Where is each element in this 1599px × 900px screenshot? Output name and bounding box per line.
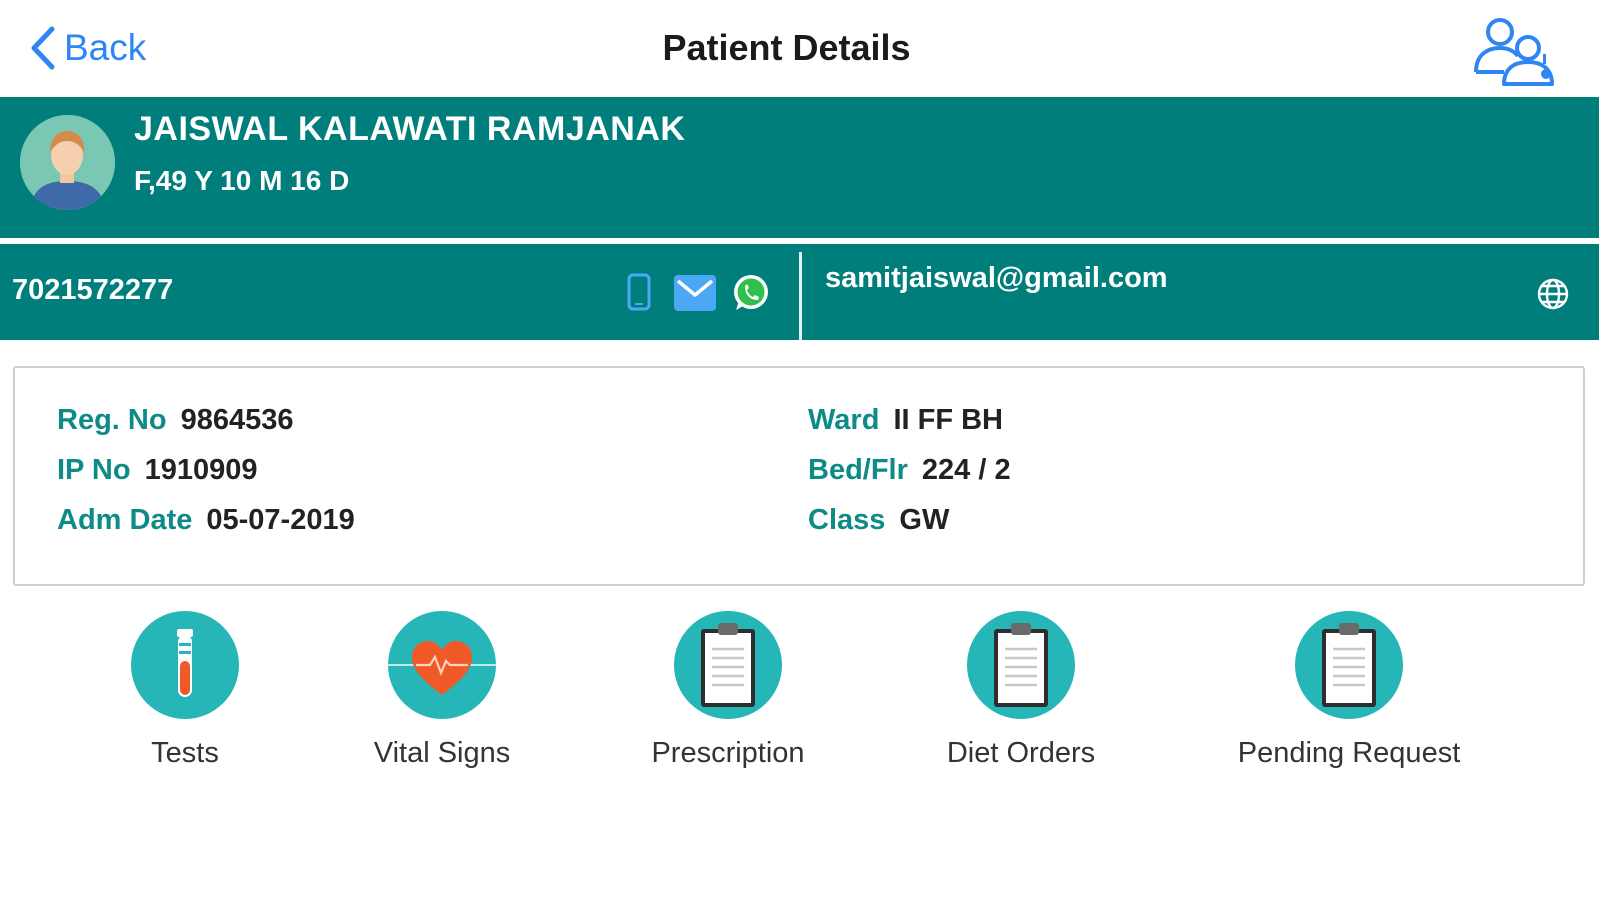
ip-no-value: 1910909 [144,454,258,486]
page-title: Patient Details [0,27,1599,69]
vital-signs-button[interactable]: Vital Signs [292,611,592,770]
class-label: Class [808,504,886,536]
patient-demographics: F,49 Y 10 M 16 D [134,165,350,196]
class-value: GW [899,504,950,536]
navigation-bar: Back Patient Details [0,0,1599,97]
prescription-label: Prescription [651,737,805,769]
contact-bar: 7021572277 samitjaiswal@gmail.com [0,244,1599,340]
bed-row: Bed/Flr 224 / 2 [808,454,1011,487]
tests-label: Tests [151,737,219,769]
test-tube-icon [131,611,239,719]
tests-button[interactable]: Tests [35,611,335,770]
clipboard-icon [1295,611,1403,719]
patient-name: JAISWAL KALAWATI RAMJANAK [134,110,686,148]
email-address[interactable]: samitjaiswal@gmail.com [825,262,1168,295]
class-row: Class GW [808,504,949,537]
diet-orders-label: Diet Orders [946,737,1096,769]
patient-header: JAISWAL KALAWATI RAMJANAK F,49 Y 10 M 16… [0,97,1599,238]
reg-no-value: 9864536 [180,404,294,436]
clipboard-icon [674,611,782,719]
heart-pulse-icon [388,611,496,719]
admission-info-card: Reg. No 9864536 IP No 1910909 Adm Date 05-0… [13,366,1585,586]
ip-no-label: IP No [57,454,131,486]
reg-no-label: Reg. No [57,404,167,436]
globe-icon[interactable] [1536,277,1570,311]
ward-value: II FF BH [893,404,1003,436]
adm-date-row: Adm Date 05-07-2019 [57,504,355,537]
diet-orders-button[interactable]: Diet Orders [871,611,1171,770]
contact-divider [799,252,802,340]
patient-avatar-icon [20,115,115,210]
users-group-button[interactable] [1470,14,1558,88]
prescription-button[interactable]: Prescription [578,611,878,770]
bed-label: Bed/Flr [808,454,908,486]
page-title-text: Patient Details [662,27,911,68]
reg-no-row: Reg. No 9864536 [57,404,293,437]
ward-label: Ward [808,404,880,436]
pending-request-button[interactable]: Pending Request [1199,611,1499,770]
adm-date-value: 05-07-2019 [206,504,355,536]
mail-icon[interactable] [673,273,717,313]
pending-request-label: Pending Request [1237,737,1461,769]
ip-no-row: IP No 1910909 [57,454,258,487]
whatsapp-icon[interactable] [731,273,771,313]
users-group-icon [1474,18,1554,86]
adm-date-label: Adm Date [57,504,193,536]
bed-value: 224 / 2 [921,454,1011,486]
vital-signs-label: Vital Signs [373,737,511,769]
clipboard-icon [967,611,1075,719]
phone-number[interactable]: 7021572277 [12,274,173,307]
mobile-icon[interactable] [627,273,651,311]
ward-row: Ward II FF BH [808,404,1003,437]
